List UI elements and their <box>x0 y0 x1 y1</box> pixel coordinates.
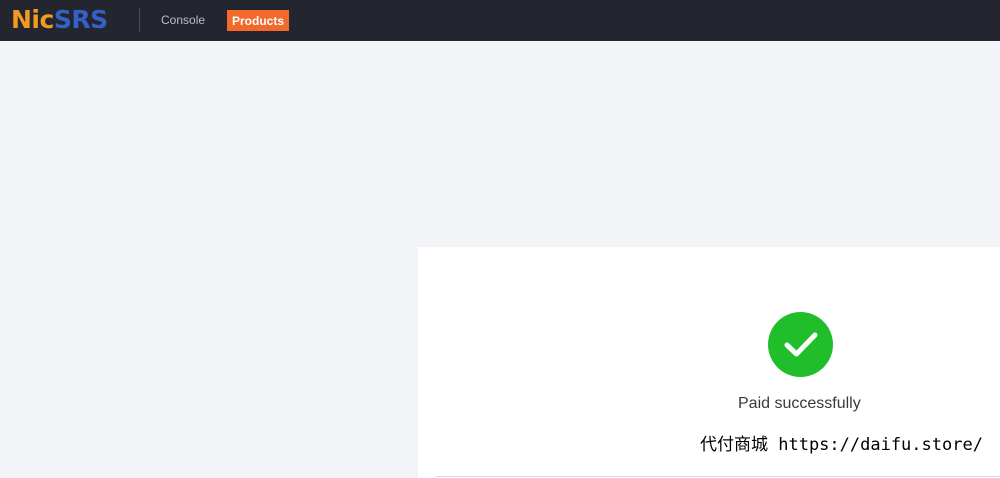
checkmark-icon <box>784 332 817 356</box>
nav-divider <box>139 8 140 32</box>
check-circle-icon <box>768 312 833 377</box>
logo-text-nic: Nic <box>11 5 54 34</box>
logo-text-srs: SRS <box>53 5 108 34</box>
payment-result-card: Paid successfully 代付商城 https://daifu.sto… <box>418 247 1000 478</box>
nav-products-button[interactable]: Products <box>227 10 289 31</box>
card-bottom-rule <box>436 476 1000 477</box>
watermark-text: 代付商城 https://daifu.store/ <box>700 435 983 455</box>
nicsrs-logo[interactable]: NicSRS <box>11 5 108 35</box>
top-navbar: NicSRS Console Products <box>0 0 1000 41</box>
nav-console-link[interactable]: Console <box>161 13 205 27</box>
payment-status-text: Paid successfully <box>738 395 861 412</box>
